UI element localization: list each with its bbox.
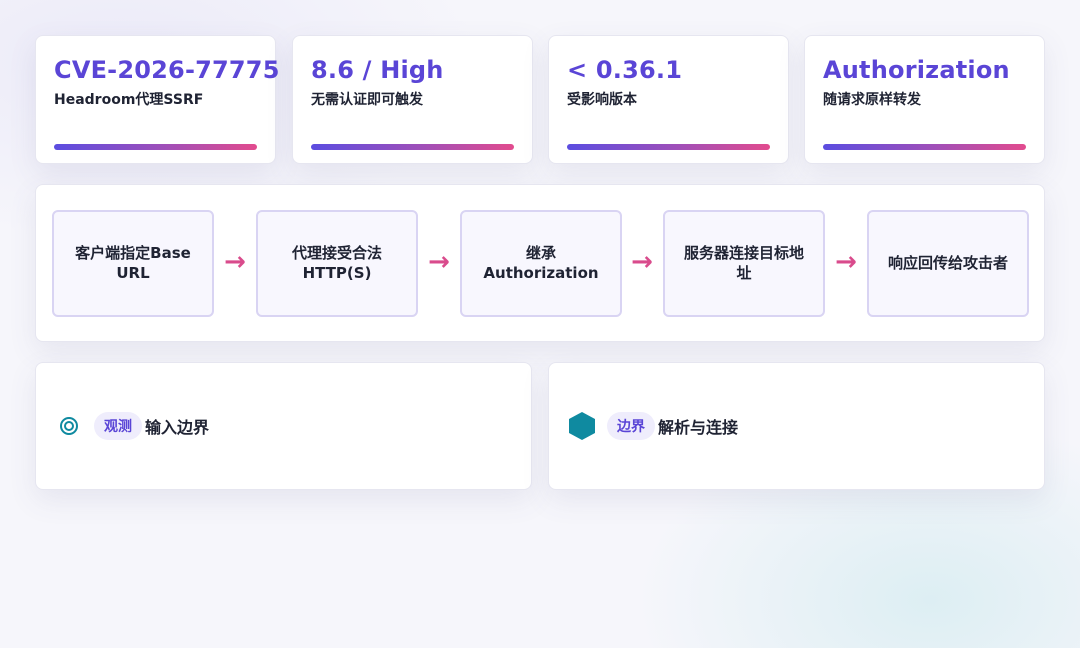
stat-label: Headroom代理SSRF <box>54 92 204 108</box>
panel-header: 观测 输入边界 <box>54 411 209 441</box>
stat-value: 8.6 / High <box>311 56 444 84</box>
panel-observe: 观测 输入边界 <box>35 362 532 490</box>
stat-value: Authorization <box>823 56 1010 84</box>
panel-tag: 观测 <box>94 412 142 440</box>
panel-title: 输入边界 <box>145 418 210 437</box>
stat-accent-bar <box>567 144 770 150</box>
stat-card-version: < 0.36.1 受影响版本 <box>548 35 789 164</box>
stat-card-header: Authorization 随请求原样转发 <box>804 35 1045 164</box>
stat-accent-bar <box>311 144 514 150</box>
stat-accent-bar <box>823 144 1026 150</box>
flow-arrow-icon: → <box>428 247 450 277</box>
stat-card-score: 8.6 / High 无需认证即可触发 <box>292 35 533 164</box>
flow-step-client: 客户端指定Base URL <box>52 210 214 317</box>
stat-value: CVE-2026-77775 <box>54 56 280 84</box>
flow-arrow-icon: → <box>835 247 857 277</box>
attack-flow-diagram: 客户端指定Base URL → 代理接受合法 HTTP(S) → 继承 Auth… <box>35 184 1045 342</box>
panel-title: 解析与连接 <box>658 418 739 437</box>
stat-card-cve: CVE-2026-77775 Headroom代理SSRF <box>35 35 279 164</box>
flow-step-response: 响应回传给攻击者 <box>867 210 1029 317</box>
hexagon-icon <box>567 411 597 441</box>
stat-accent-bar <box>54 144 257 150</box>
flow-step-connect: 服务器连接目标地址 <box>663 210 825 317</box>
stat-label: 随请求原样转发 <box>823 92 921 108</box>
panel-header: 边界 解析与连接 <box>567 411 738 441</box>
flow-step-inherit: 继承 Authorization <box>460 210 622 317</box>
flow-arrow-icon: → <box>224 247 246 277</box>
panel-boundary: 边界 解析与连接 <box>548 362 1045 490</box>
stat-value: < 0.36.1 <box>567 56 683 84</box>
panel-tag: 边界 <box>607 412 655 440</box>
stat-label: 受影响版本 <box>567 92 637 108</box>
target-icon <box>54 411 84 441</box>
flow-step-proxy: 代理接受合法 HTTP(S) <box>256 210 418 317</box>
stat-label: 无需认证即可触发 <box>311 92 423 108</box>
flow-arrow-icon: → <box>631 247 653 277</box>
